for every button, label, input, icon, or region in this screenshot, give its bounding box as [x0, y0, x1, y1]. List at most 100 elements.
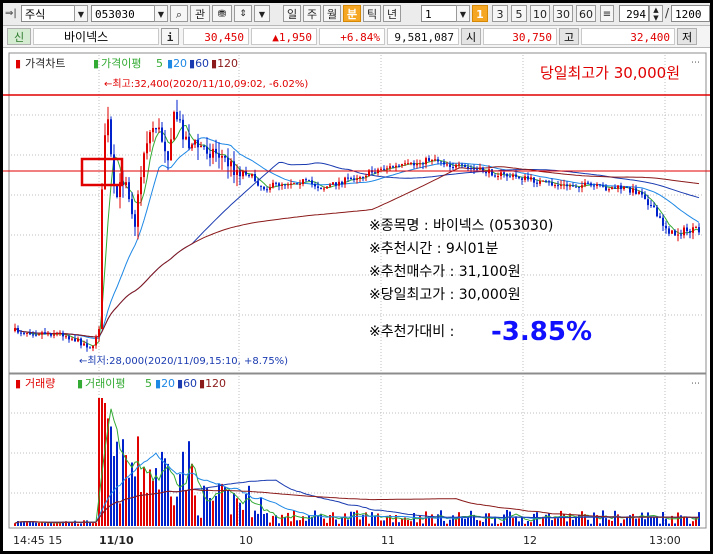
volume-bar [530, 522, 532, 526]
legend-vma60: ▮60 [177, 377, 197, 390]
volume-bar [323, 518, 325, 526]
volume-bar [371, 512, 373, 526]
candle-body [287, 184, 289, 186]
volume-bar [665, 518, 667, 526]
candle-body [164, 141, 166, 152]
volume-bar [599, 523, 601, 526]
volume-bar [470, 510, 472, 526]
volume-bar [89, 523, 91, 526]
volume-bar [212, 500, 214, 526]
volume-bar [140, 492, 142, 526]
volume-bar [182, 451, 184, 526]
volume-bar [248, 485, 250, 526]
volume-bar [446, 523, 448, 526]
candle-body [428, 158, 430, 161]
candle-body [278, 183, 280, 186]
volume-bar [560, 510, 562, 526]
candle-body [92, 345, 94, 349]
candle-body [17, 328, 19, 333]
time-tick-1300: 13:00 [649, 534, 681, 547]
candle-body [497, 176, 499, 177]
candle-body [653, 205, 655, 208]
candle-body [311, 180, 313, 184]
candle-body [617, 185, 619, 189]
candle-body [410, 162, 412, 164]
candle-body [191, 144, 193, 149]
candle-body [266, 189, 268, 191]
candle-body [218, 153, 220, 158]
volume-bar [161, 451, 163, 526]
volume-bar [167, 463, 169, 526]
volume-bar [593, 512, 595, 526]
volume-bar [68, 523, 70, 526]
volume-bar [179, 474, 181, 526]
stock-chart[interactable]: ▮ 가격차트 ▮ 가격이평 5 ▮20 ▮60 ▮120 ⋯ ▮ 거래량 ▮ 거… [3, 3, 710, 551]
candle-body [530, 177, 532, 180]
candle-body [494, 175, 496, 177]
legend-ma60-text: 60 [195, 57, 209, 70]
volume-bar [557, 518, 559, 526]
volume-bar [104, 403, 106, 526]
candle-body [485, 172, 487, 174]
price-panel-menu-icon[interactable]: ⋯ [691, 58, 700, 68]
volume-bar [293, 510, 295, 526]
candle-body [107, 119, 109, 136]
volume-bar [515, 516, 517, 526]
legend-price-marker: ▮ [15, 57, 21, 70]
volume-bar [227, 490, 229, 526]
candle-body [221, 156, 223, 158]
volume-bar [638, 518, 640, 526]
candle-body [533, 177, 535, 183]
volume-bar [356, 510, 358, 526]
candle-body [689, 231, 691, 233]
volume-bar [509, 511, 511, 526]
time-axis: 14:45 15 11/10 10 11 12 13:00 [13, 534, 681, 547]
volume-bar [170, 496, 172, 526]
candle-body [359, 177, 361, 179]
volume-bar [95, 523, 97, 526]
candle-body [65, 336, 67, 338]
volume-bar [35, 522, 37, 526]
candle-body [344, 177, 346, 185]
candle-body [524, 176, 526, 180]
candle-body [575, 186, 577, 188]
volume-bar [374, 516, 376, 526]
volume-bar [368, 523, 370, 526]
volume-bar [32, 521, 34, 526]
legend-price-label: 가격차트 [25, 57, 65, 70]
volume-bar [341, 518, 343, 526]
candle-body [29, 332, 31, 335]
volume-bar [350, 511, 352, 526]
candle-body [38, 334, 40, 336]
time-tick-12: 12 [523, 534, 537, 547]
candle-body [695, 227, 697, 229]
volume-bar [464, 518, 466, 526]
volume-bar [644, 519, 646, 526]
candle-body [566, 184, 568, 187]
volume-bar [491, 523, 493, 526]
candle-body [374, 172, 376, 174]
candle-body [326, 186, 328, 189]
candle-body [284, 184, 286, 186]
info-day-high: ※당일최고가 : 30,000원 [369, 287, 521, 303]
volume-bar [134, 476, 136, 526]
volume-bar [188, 441, 190, 526]
volume-bar [29, 521, 31, 526]
candle-body [170, 139, 172, 161]
candle-body [125, 182, 127, 186]
volume-bar [194, 495, 196, 526]
candle-body [398, 165, 400, 167]
volume-bar [383, 520, 385, 526]
volume-panel-menu-icon[interactable]: ⋯ [691, 379, 700, 389]
candle-body [515, 174, 517, 177]
candle-body [698, 227, 700, 233]
candle-body [587, 182, 589, 184]
candle-body [626, 186, 628, 188]
candle-body [491, 169, 493, 176]
volume-bar [554, 518, 556, 526]
candle-body [392, 166, 394, 168]
volume-bar [476, 520, 478, 526]
legend-ma-label: 가격이평 [101, 57, 141, 70]
volume-bar [14, 523, 16, 526]
volume-bar [518, 521, 520, 526]
